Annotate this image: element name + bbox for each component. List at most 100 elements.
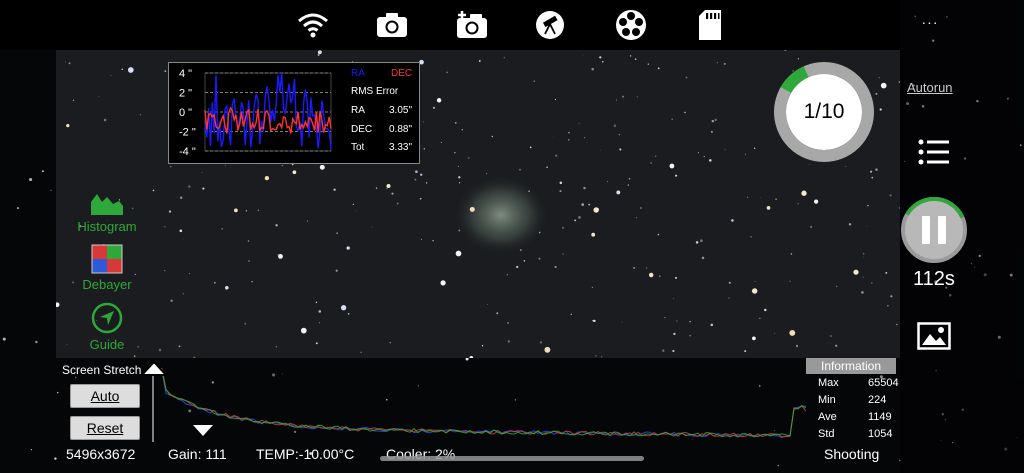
preview-star [875,92,878,95]
preview-star [650,161,653,165]
preview-star [710,323,714,327]
preview-star [555,154,558,157]
guide-tool[interactable]: Guide [70,302,144,352]
preview-star [657,67,660,70]
preview-star [835,285,838,288]
preview-star [496,312,499,315]
preview-star [701,256,705,260]
preview-star [245,210,248,212]
preview-star [845,165,847,167]
black-point-handle[interactable] [192,424,214,438]
preview-star [801,190,807,196]
preview-star [583,137,585,139]
preview-star [164,226,166,228]
crab-nebula [453,175,549,255]
preview-star [714,118,717,121]
preview-star [890,295,893,298]
preview-star [179,229,183,233]
rms-dec-label: DEC [351,124,373,135]
pause-button[interactable] [899,195,969,265]
preview-star [689,320,691,323]
preview-star [257,209,260,212]
debayer-tool[interactable]: Debayer [70,244,144,292]
preview-star [581,203,584,206]
histogram-label: Histogram [77,219,137,234]
preview-star [552,136,554,138]
auto-stretch-button[interactable]: Auto [70,384,140,408]
preview-star [72,99,75,101]
preview-star [618,134,620,136]
preview-star [152,189,155,192]
preview-star [774,332,776,334]
filter-wheel-icon[interactable] [613,8,649,42]
preview-star [658,275,661,278]
preview-star [754,281,756,282]
preview-star [355,210,357,212]
preview-star [764,308,767,312]
white-point-handle[interactable] [141,360,167,376]
background-star [30,448,33,451]
preview-star [809,164,811,166]
info-std-label: Std [818,428,835,440]
autorun-link[interactable]: Autorun [907,80,953,95]
sequence-progress[interactable]: 1/10 [773,61,875,163]
wifi-icon[interactable] [295,8,331,42]
histogram-channel-line [150,366,806,438]
preview-star [458,165,459,167]
preview-star [315,301,318,304]
preview-star [775,198,777,200]
preview-star [635,216,638,219]
histogram-channel-line [150,367,806,438]
preview-star [655,155,657,157]
preview-star [602,60,604,63]
rms-ra-value: 3.05" [389,105,413,116]
camera-settings-icon[interactable] [454,8,490,42]
preview-star [539,341,543,344]
resolution-text: 5496x3672 [66,446,136,462]
preview-star [866,225,868,227]
histogram-channel-line [150,365,806,439]
preview-star [593,207,599,213]
preview-star [419,197,422,200]
histogram-tool[interactable]: Histogram [70,188,144,234]
preview-star [544,346,551,353]
reset-stretch-button[interactable]: Reset [70,416,140,440]
preview-star [559,181,563,185]
preview-star [277,254,280,256]
preview-star [588,203,591,206]
sd-card-icon[interactable] [692,8,728,42]
information-tab[interactable]: Information [806,358,896,374]
image-gallery-icon[interactable] [917,322,951,350]
background-star [54,457,57,460]
preview-star [789,280,791,283]
preview-star [487,303,488,305]
preview-star [870,170,873,173]
preview-star [723,62,726,65]
preview-star [234,208,238,213]
gain-text: Gain: 111 [168,446,227,462]
preview-star [695,241,699,244]
preview-star [634,58,637,61]
preview-star [657,233,660,236]
preview-star [744,350,747,353]
preview-star [201,172,203,173]
preview-star [98,95,100,97]
more-menu-icon[interactable]: ··· [918,14,942,30]
info-max-value: 65504 [868,377,899,389]
preview-star [64,61,66,63]
screen-stretch-title: Screen Stretch [62,363,142,377]
camera-icon[interactable] [374,8,410,42]
horizontal-scrollbar[interactable] [380,456,644,461]
preview-star [275,224,278,227]
stretch-histogram[interactable] [150,360,806,446]
sequence-list-icon[interactable] [918,139,950,165]
preview-star [871,176,874,179]
preview-star [796,345,798,347]
preview-star [425,182,428,184]
preview-star [871,282,873,284]
preview-star [562,226,564,229]
preview-star [685,76,688,79]
preview-star [615,99,617,101]
preview-star [601,356,603,358]
telescope-icon[interactable] [532,8,568,42]
